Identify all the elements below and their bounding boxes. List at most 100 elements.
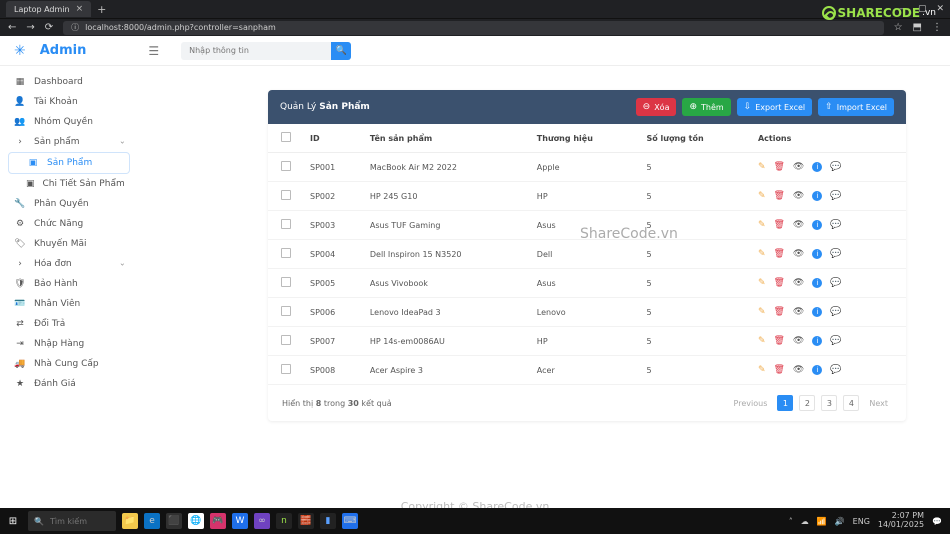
cloud-icon[interactable]: ☁	[801, 517, 809, 526]
sidebar-item-hóa-đơn[interactable]: ›Hóa đơn›	[8, 254, 130, 274]
wifi-icon[interactable]: 📶	[817, 517, 827, 526]
sidebar-item-tài-khoản[interactable]: 👤Tài Khoản	[8, 92, 130, 112]
sidebar-item-sản-phẩm[interactable]: ▣Sản Phẩm	[8, 152, 130, 174]
browser-tab[interactable]: Laptop Admin ×	[6, 1, 91, 17]
view-icon[interactable]: 👁	[793, 278, 804, 288]
info-icon[interactable]: i	[812, 365, 822, 375]
row-checkbox[interactable]	[281, 335, 291, 345]
search-input[interactable]	[181, 42, 331, 60]
row-checkbox[interactable]	[281, 248, 291, 258]
star-icon[interactable]: ☆	[894, 22, 903, 33]
import-excel-button[interactable]: ⇧ Import Excel	[818, 98, 894, 116]
app-icon[interactable]: 📁	[122, 513, 138, 529]
view-icon[interactable]: 👁	[793, 365, 804, 375]
url-input[interactable]: ⓘ localhost:8000/admin.php?controller=sa…	[63, 21, 883, 35]
notifications-icon[interactable]: 💬	[932, 517, 942, 526]
info-icon[interactable]: i	[812, 336, 822, 346]
sidebar-item-nhà-cung-cấp[interactable]: 🚚Nhà Cung Cấp	[8, 354, 130, 374]
app-icon[interactable]: W	[232, 513, 248, 529]
comment-icon[interactable]: 💬	[830, 191, 841, 201]
row-checkbox[interactable]	[281, 364, 291, 374]
comment-icon[interactable]: 💬	[830, 365, 841, 375]
menu-toggle-icon[interactable]: ☰	[148, 44, 159, 58]
app-icon[interactable]: ⬛	[166, 513, 182, 529]
edit-icon[interactable]: ✎	[758, 278, 766, 288]
lang-indicator[interactable]: ENG	[853, 517, 870, 526]
menu-icon[interactable]: ⋮	[932, 22, 942, 33]
delete-icon[interactable]: 🗑	[773, 249, 784, 259]
app-icon[interactable]: n	[276, 513, 292, 529]
edit-icon[interactable]: ✎	[758, 162, 766, 172]
sidebar-item-đánh-giá[interactable]: ★Đánh Giá	[8, 374, 130, 394]
sidebar-item-đổi-trả[interactable]: ⇄Đổi Trả	[8, 314, 130, 334]
info-icon[interactable]: i	[812, 191, 822, 201]
sidebar-item-nhóm-quyền[interactable]: 👥Nhóm Quyền	[8, 112, 130, 132]
back-icon[interactable]: ←	[8, 22, 16, 33]
delete-icon[interactable]: 🗑	[773, 278, 784, 288]
comment-icon[interactable]: 💬	[830, 336, 841, 346]
page-3[interactable]: 3	[821, 395, 837, 411]
comment-icon[interactable]: 💬	[830, 307, 841, 317]
forward-icon[interactable]: →	[26, 22, 34, 33]
close-window-icon[interactable]: ✕	[936, 4, 944, 14]
edit-icon[interactable]: ✎	[758, 365, 766, 375]
add-button[interactable]: ⊕ Thêm	[682, 98, 730, 116]
app-icon[interactable]: 🧱	[298, 513, 314, 529]
taskbar-clock[interactable]: 2:07 PM 14/01/2025	[878, 512, 924, 530]
edit-icon[interactable]: ✎	[758, 249, 766, 259]
view-icon[interactable]: 👁	[793, 191, 804, 201]
app-icon[interactable]: ▮	[320, 513, 336, 529]
view-icon[interactable]: 👁	[793, 220, 804, 230]
sidebar-item-khuyến-mãi[interactable]: 🏷Khuyến Mãi	[8, 234, 130, 254]
sidebar-item-sản-phẩm[interactable]: ›Sản phẩm›	[8, 132, 130, 152]
delete-icon[interactable]: 🗑	[773, 365, 784, 375]
comment-icon[interactable]: 💬	[830, 162, 841, 172]
sound-icon[interactable]: 🔊	[835, 517, 845, 526]
extension-icon[interactable]: ⬒	[913, 22, 922, 33]
row-checkbox[interactable]	[281, 161, 291, 171]
view-icon[interactable]: 👁	[793, 307, 804, 317]
sidebar-item-nhân-viên[interactable]: 🪪Nhân Viên	[8, 294, 130, 314]
edit-icon[interactable]: ✎	[758, 336, 766, 346]
sidebar-item-nhập-hàng[interactable]: ⇥Nhập Hàng	[8, 334, 130, 354]
page-next[interactable]: Next	[865, 395, 892, 411]
view-icon[interactable]: 👁	[793, 336, 804, 346]
view-icon[interactable]: 👁	[793, 162, 804, 172]
sidebar-item-chi-tiết-sản-phẩm[interactable]: ▣Chi Tiết Sản Phẩm	[8, 174, 130, 194]
info-icon[interactable]: i	[812, 307, 822, 317]
chevron-up-icon[interactable]: ˄	[789, 517, 793, 526]
page-prev[interactable]: Previous	[730, 395, 772, 411]
comment-icon[interactable]: 💬	[830, 249, 841, 259]
delete-icon[interactable]: 🗑	[773, 336, 784, 346]
delete-icon[interactable]: 🗑	[773, 191, 784, 201]
edit-icon[interactable]: ✎	[758, 220, 766, 230]
sidebar-item-bảo-hành[interactable]: 🛡Bảo Hành	[8, 274, 130, 294]
reload-icon[interactable]: ⟳	[45, 22, 53, 33]
taskbar-search-input[interactable]	[50, 517, 110, 526]
row-checkbox[interactable]	[281, 219, 291, 229]
close-icon[interactable]: ×	[76, 4, 84, 14]
start-button[interactable]: ⊞	[0, 508, 26, 534]
info-icon[interactable]: i	[812, 220, 822, 230]
app-icon[interactable]: 🎮	[210, 513, 226, 529]
app-icon[interactable]: ⌨	[342, 513, 358, 529]
edit-icon[interactable]: ✎	[758, 191, 766, 201]
sidebar-item-phân-quyền[interactable]: 🔧Phân Quyền	[8, 194, 130, 214]
search-button[interactable]: 🔍	[331, 42, 351, 60]
delete-icon[interactable]: 🗑	[773, 220, 784, 230]
row-checkbox[interactable]	[281, 190, 291, 200]
comment-icon[interactable]: 💬	[830, 220, 841, 230]
app-icon[interactable]: 🌐	[188, 513, 204, 529]
minimize-icon[interactable]: —	[899, 4, 908, 14]
maximize-icon[interactable]: ▢	[918, 4, 927, 14]
delete-button[interactable]: ⊖ Xóa	[636, 98, 677, 116]
row-checkbox[interactable]	[281, 277, 291, 287]
taskbar-search[interactable]: 🔍	[28, 511, 116, 531]
sidebar-item-dashboard[interactable]: ▦Dashboard	[8, 72, 130, 92]
info-icon[interactable]: i	[812, 249, 822, 259]
info-icon[interactable]: i	[812, 278, 822, 288]
page-4[interactable]: 4	[843, 395, 859, 411]
app-icon[interactable]: ∞	[254, 513, 270, 529]
page-2[interactable]: 2	[799, 395, 815, 411]
sidebar-item-chức-năng[interactable]: ⚙Chức Năng	[8, 214, 130, 234]
